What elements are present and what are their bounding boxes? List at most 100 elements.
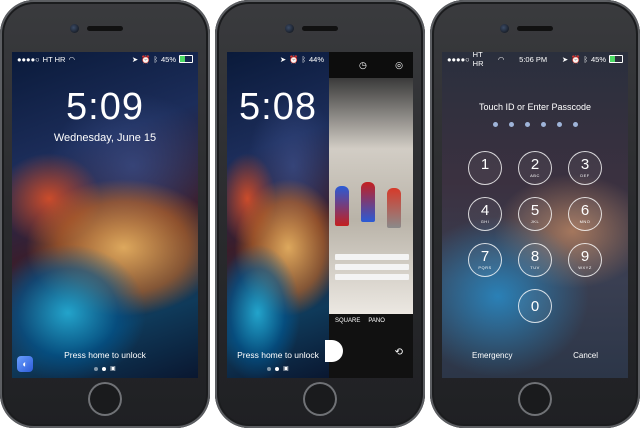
speaker-grill — [517, 26, 553, 31]
key-3[interactable]: 3 DEF — [568, 151, 602, 185]
key-digit: 8 — [530, 248, 540, 265]
key-digit: 7 — [480, 248, 490, 265]
battery-percent: 45% — [590, 54, 606, 64]
battery-icon — [609, 55, 623, 63]
front-camera — [70, 24, 79, 33]
camera-modes[interactable]: SQUARE PANO — [335, 318, 409, 324]
signal-icon: ●●●●○ — [17, 54, 40, 64]
passcode-dots — [442, 122, 628, 127]
key-0[interactable]: 0 — [518, 289, 552, 323]
location-icon: ➤ — [561, 54, 569, 64]
passcode-dot — [524, 122, 530, 127]
keyboard-keys — [335, 264, 409, 270]
key-6[interactable]: 6 MNO — [568, 197, 602, 231]
unlock-hint: Press home to unlock — [237, 350, 319, 360]
keyboard-keys — [335, 274, 409, 280]
key-letters: MNO — [579, 219, 591, 224]
lock-clock: 5:09 — [66, 86, 144, 128]
alarm-icon: ⏰ — [141, 54, 151, 64]
carrier-label: HT HR — [472, 52, 484, 68]
front-camera — [285, 24, 294, 33]
battery-percent: 45% — [160, 54, 176, 64]
page-dot — [94, 366, 99, 371]
status-bar: ●●●●○ HT HR ◠ ➤ ⏰ ᛒ 45% — [12, 52, 198, 66]
page-indicator: ▣ — [227, 365, 329, 372]
page-dot-active — [102, 366, 107, 371]
camera-panel: ◷ ◎ SQUARE PANO ⟲ — [325, 52, 413, 378]
passcode-dot — [492, 122, 498, 127]
unlock-hint: Press home to unlock — [64, 350, 146, 360]
signal-icon: ●●●●○ — [447, 54, 470, 64]
key-digit: 5 — [530, 202, 540, 219]
key-letters: PQRS — [478, 265, 492, 270]
mode-square[interactable]: SQUARE — [335, 318, 360, 324]
key-letters: JKL — [530, 219, 540, 224]
camera-page-icon: ▣ — [110, 366, 116, 372]
speaker-grill — [302, 26, 338, 31]
home-button[interactable] — [88, 382, 122, 416]
app-suggestion-icon[interactable]: ◐ — [17, 356, 33, 372]
lock-clock: 5:08 — [239, 86, 317, 128]
key-letters: TUV — [530, 265, 540, 270]
home-button[interactable] — [303, 382, 337, 416]
front-camera — [500, 24, 509, 33]
bluetooth-icon: ᛒ — [153, 54, 158, 64]
key-letters: ABC — [530, 173, 540, 178]
toy-figure — [335, 186, 349, 226]
status-bar: ●●●●○ HT HR ◠ 5:06 PM ➤ ⏰ ᛒ 45% — [442, 52, 628, 68]
key-5[interactable]: 5 JKL — [518, 197, 552, 231]
location-icon: ➤ — [131, 54, 139, 64]
mode-pano[interactable]: PANO — [368, 318, 385, 324]
carrier-label: HT HR — [42, 54, 66, 64]
passcode-dot — [540, 122, 546, 127]
key-digit: 3 — [580, 156, 590, 173]
page-dot — [267, 366, 272, 371]
location-icon: ➤ — [279, 54, 287, 64]
toy-figure — [361, 182, 375, 222]
emergency-button[interactable]: Emergency — [472, 351, 512, 360]
key-digit: 2 — [530, 156, 540, 173]
key-7[interactable]: 7 PQRS — [468, 243, 502, 277]
status-time: 5:06 PM — [519, 54, 548, 64]
page-dot-active — [275, 366, 280, 371]
key-digit: 1 — [480, 156, 490, 173]
screen: ●●●●○ HT HR ◠ ➤ ⏰ ᛒ 45% 5:09 Wednesday, June … — [12, 52, 198, 378]
home-button[interactable] — [518, 382, 552, 416]
phone-camera-swipe: ➤ ⏰ ᛒ 44% 5:08 Press home to unlock ▣ ◷ ◎ S… — [215, 0, 425, 428]
key-1[interactable]: 1 — [468, 151, 502, 185]
wifi-icon: ◠ — [68, 54, 75, 64]
page-indicator: ▣ — [12, 365, 198, 372]
battery-icon — [179, 55, 193, 63]
battery-percent: 44% — [308, 54, 324, 64]
cancel-button[interactable]: Cancel — [573, 351, 598, 360]
camera-page-icon: ▣ — [283, 366, 289, 372]
phone-lock-screen: ●●●●○ HT HR ◠ ➤ ⏰ ᛒ 45% 5:09 Wednesday, June … — [0, 0, 210, 428]
camera-viewfinder[interactable] — [329, 78, 413, 314]
timer-icon[interactable]: ◷ — [359, 60, 367, 71]
key-digit: 4 — [480, 202, 490, 219]
lock-date: Wednesday, June 15 — [53, 132, 157, 144]
passcode-dot — [572, 122, 578, 127]
key-8[interactable]: 8 TUV — [518, 243, 552, 277]
passcode-actions: Emergency Cancel — [442, 351, 628, 360]
screen: ●●●●○ HT HR ◠ 5:06 PM ➤ ⏰ ᛒ 45% Touch ID or E… — [442, 52, 628, 378]
key-digit: 6 — [580, 202, 590, 219]
status-bar: ➤ ⏰ ᛒ 44% — [227, 52, 329, 66]
key-9[interactable]: 9 WXYZ — [568, 243, 602, 277]
key-4[interactable]: 4 GHI — [468, 197, 502, 231]
passcode-title: Touch ID or Enter Passcode — [478, 102, 592, 112]
speaker-grill — [87, 26, 123, 31]
key-2[interactable]: 2 ABC — [518, 151, 552, 185]
alarm-icon: ⏰ — [571, 54, 581, 64]
key-letters: GHI — [480, 219, 490, 224]
bluetooth-icon: ᛒ — [583, 54, 588, 64]
phone-passcode: ●●●●○ HT HR ◠ 5:06 PM ➤ ⏰ ᛒ 45% Touch ID or E… — [430, 0, 640, 428]
toy-figure — [387, 188, 401, 228]
camera-flip-icon[interactable]: ⟲ — [395, 347, 403, 358]
filters-icon[interactable]: ◎ — [395, 60, 403, 71]
passcode-dot — [556, 122, 562, 127]
key-letters: WXYZ — [578, 265, 592, 270]
key-letters: DEF — [580, 173, 590, 178]
passcode-keypad: 1 2 ABC 3 DEF 4 GHI 5 JKL 6 MNO 7 PQRS 8 TUV 9W… — [463, 151, 607, 351]
shutter-button[interactable] — [325, 340, 343, 362]
